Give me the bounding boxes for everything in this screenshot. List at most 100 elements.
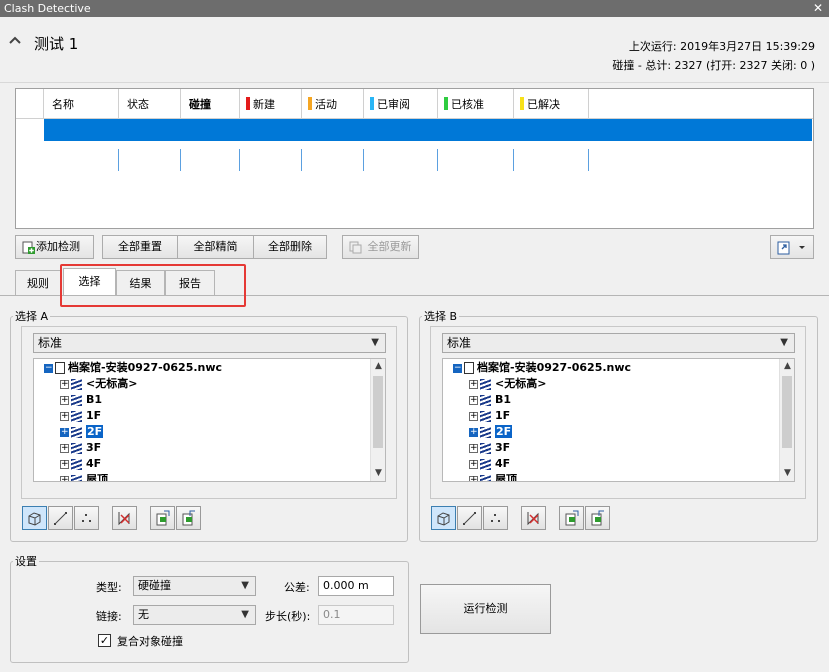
tree-label: 屋顶 [495, 473, 517, 482]
points-toggle[interactable] [483, 506, 508, 530]
tree-item[interactable]: + <无标高> [60, 376, 137, 392]
selection-b-tree[interactable]: − 档案馆-安装0927-0625.nwc + <无标高> + B1 +1F +2F … [442, 358, 795, 482]
lines-toggle[interactable] [457, 506, 482, 530]
tree-item[interactable]: + <无标高> [469, 376, 546, 392]
col-header-status[interactable]: 状态 [119, 89, 181, 119]
run-test-button[interactable]: 运行检测 [420, 584, 551, 634]
expand-icon: + [60, 410, 69, 421]
tree-label: B1 [495, 393, 512, 406]
chevron-down-icon: ▼ [371, 337, 379, 348]
scroll-up-icon[interactable]: ▲ [780, 359, 794, 374]
tree-item-root[interactable]: − 档案馆-安装0927-0625.nwc [44, 360, 222, 376]
level-icon [71, 394, 82, 406]
scroll-down-icon[interactable]: ▼ [780, 466, 794, 481]
delete-all-button[interactable]: 全部删除 [253, 235, 327, 259]
tree-label: 3F [495, 441, 511, 454]
expand-icon: + [60, 426, 69, 437]
file-icon [464, 362, 474, 374]
tree-scrollbar[interactable]: ▲ ▼ [779, 359, 794, 481]
select-in-scene-button[interactable] [176, 506, 201, 530]
expand-icon: + [469, 426, 478, 437]
composite-checkbox[interactable]: ✓ [98, 634, 111, 647]
tree-label: 1F [86, 409, 102, 422]
selection-b-legend: 选择 B [424, 310, 458, 323]
cell-approved: 0 [438, 149, 514, 171]
tree-scrollbar[interactable]: ▲ ▼ [370, 359, 385, 481]
tree-item[interactable]: + B1 [469, 392, 511, 408]
self-intersect-toggle[interactable] [112, 506, 137, 530]
col-header-reviewed-label: 已审阅 [377, 98, 410, 111]
chevron-up-icon[interactable] [9, 36, 21, 45]
col-header-resolved[interactable]: 已解决 [514, 89, 589, 119]
close-icon[interactable]: ✕ [813, 0, 823, 17]
tree-item[interactable]: +1F [469, 408, 510, 424]
self-intersect-toggle[interactable] [521, 506, 546, 530]
expand-icon: + [469, 458, 478, 469]
type-dropdown[interactable]: 硬碰撞 ▼ [133, 576, 256, 596]
selection-a-dropdown-value: 标准 [38, 336, 63, 350]
tree-label: 3F [86, 441, 102, 454]
cell-status: 完成 [119, 149, 181, 171]
col-header-clashes[interactable]: 碰撞 [181, 89, 240, 119]
file-icon [55, 362, 65, 374]
cell-resolved: 0 [514, 149, 589, 171]
export-icon [777, 241, 805, 255]
surfaces-toggle[interactable] [431, 506, 456, 530]
tree-item[interactable]: + B1 [60, 392, 102, 408]
selection-b-dropdown-value: 标准 [447, 336, 472, 350]
col-header-reviewed[interactable]: 已审阅 [364, 89, 438, 119]
col-header-active[interactable]: 活动 [302, 89, 364, 119]
use-current-selection-button[interactable] [559, 506, 584, 530]
level-icon [480, 426, 491, 438]
use-current-selection-button[interactable] [150, 506, 175, 530]
tree-item-selected[interactable]: +2F [60, 424, 104, 440]
points-toggle[interactable] [74, 506, 99, 530]
step-input[interactable]: 0.1 [318, 605, 394, 625]
tree-item[interactable]: +4F [469, 456, 510, 472]
compact-all-button[interactable]: 全部精简 [177, 235, 254, 259]
scroll-up-icon[interactable]: ▲ [371, 359, 385, 374]
col-header-new[interactable]: 新建 [240, 89, 302, 119]
selection-a-tree[interactable]: − 档案馆-安装0927-0625.nwc + <无标高> + B1 +1F +2F … [33, 358, 386, 482]
level-icon [480, 442, 491, 454]
selection-b-dropdown[interactable]: 标准 ▼ [442, 333, 795, 353]
tree-item[interactable]: + 屋顶 [60, 472, 108, 481]
reset-all-button[interactable]: 全部重置 [102, 235, 178, 259]
scroll-down-icon[interactable]: ▼ [371, 466, 385, 481]
col-header-approved[interactable]: 已核准 [438, 89, 514, 119]
selection-a-dropdown[interactable]: 标准 ▼ [33, 333, 386, 353]
link-dropdown[interactable]: 无 ▼ [133, 605, 256, 625]
tree-item-root[interactable]: − 档案馆-安装0927-0625.nwc [453, 360, 631, 376]
test-title: 测试 1 [34, 35, 79, 53]
scroll-thumb[interactable] [373, 376, 383, 448]
expand-icon: + [60, 458, 69, 469]
table-row[interactable]: 测试 1 完成 2327 2327 0 0 0 0 [44, 119, 812, 171]
export-menu-button[interactable] [770, 235, 814, 259]
test-grid[interactable]: 名称 状态 碰撞 新建 活动 已审阅 已核准 已解决 测试 1 完成 2327 … [15, 88, 814, 229]
tree-item[interactable]: +3F [60, 440, 101, 456]
level-icon [480, 394, 491, 406]
tree-item[interactable]: +1F [60, 408, 101, 424]
col-header-name[interactable]: 名称 [44, 89, 119, 119]
tree-item[interactable]: + 屋顶 [469, 472, 517, 482]
surfaces-toggle[interactable] [22, 506, 47, 530]
update-all-button[interactable]: 全部更新 [342, 235, 419, 259]
scroll-thumb[interactable] [782, 376, 792, 448]
add-test-button[interactable]: 添加检测 [15, 235, 94, 259]
tree-label: 2F [86, 425, 104, 438]
tree-item-selected[interactable]: +2F [469, 424, 513, 440]
link-value: 无 [138, 608, 149, 621]
cube-icon [437, 512, 450, 526]
tree-item[interactable]: +4F [60, 456, 101, 472]
select-in-scene-button[interactable] [585, 506, 610, 530]
cube-icon [28, 512, 41, 526]
tab-rules[interactable]: 规则 [15, 270, 61, 295]
col-header-active-label: 活动 [315, 98, 337, 111]
lines-toggle[interactable] [48, 506, 73, 530]
level-icon [480, 474, 491, 481]
window-title: Clash Detective [4, 2, 91, 15]
tolerance-input[interactable]: 0.000 m [318, 576, 394, 596]
reviewed-color-swatch [370, 97, 374, 110]
resolved-color-swatch [520, 97, 524, 110]
tree-item[interactable]: +3F [469, 440, 510, 456]
